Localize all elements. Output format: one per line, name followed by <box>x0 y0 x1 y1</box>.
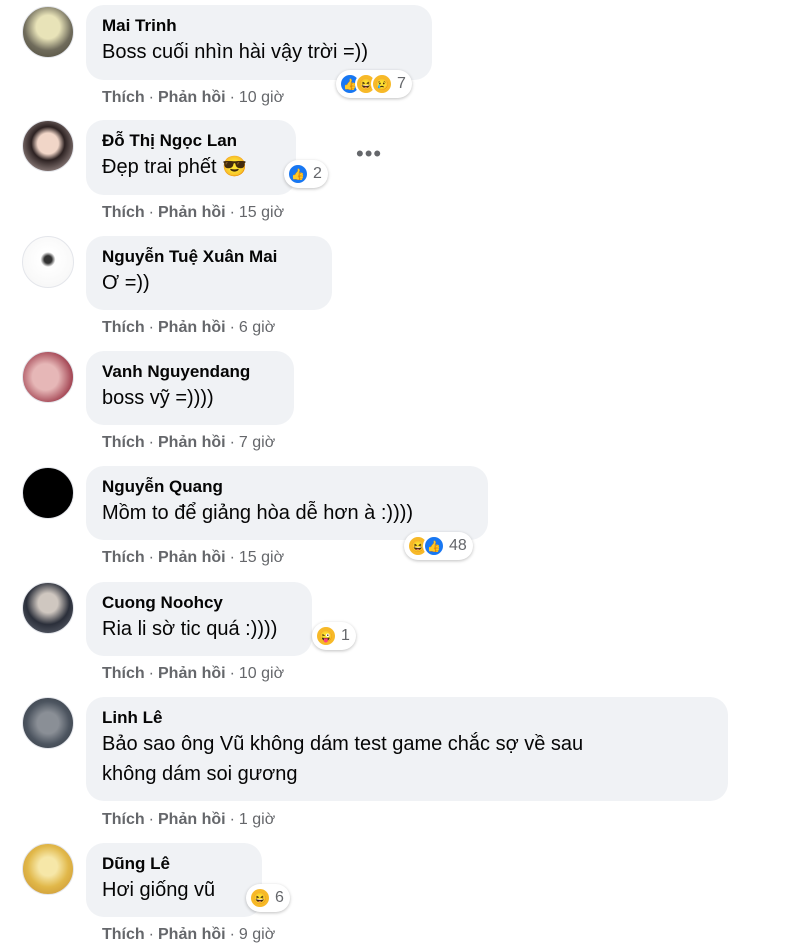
comment-actions: Thích · Phản hồi · 6 giờ <box>102 319 276 336</box>
timestamp[interactable]: 9 giờ <box>239 926 275 943</box>
avatar[interactable] <box>22 467 74 519</box>
avatar[interactable] <box>22 582 74 634</box>
commenter-name[interactable]: Linh Lê <box>102 707 712 729</box>
comment-bubble: Nguyễn Tuệ Xuân Mai Ơ =)) <box>86 236 332 310</box>
reaction-count: 6 <box>275 889 284 906</box>
comment-actions: Thích · Phản hồi · 7 giờ <box>102 434 276 451</box>
reply-link[interactable]: Phản hồi <box>158 89 226 106</box>
comment-text-line-1: Bảo sao ông Vũ không dám test game chắc … <box>102 733 584 755</box>
comment-bubble: Cuong Noohcy Ria li sờ tic quá :)))) <box>86 582 312 656</box>
commenter-name[interactable]: Nguyễn Quang <box>102 476 472 498</box>
comment-text: boss vỹ =)))) <box>102 387 214 409</box>
more-options-icon[interactable]: ••• <box>356 143 382 165</box>
timestamp[interactable]: 15 giờ <box>239 549 284 566</box>
timestamp[interactable]: 1 giờ <box>239 811 275 828</box>
comment-bubble: Đỗ Thị Ngọc Lan Đẹp trai phết 😎 <box>86 120 296 195</box>
sad-icon: 😢 <box>371 73 393 95</box>
comment-bubble: Vanh Nguyendang boss vỹ =)))) <box>86 351 294 425</box>
haha-icon: 😆 <box>249 887 271 909</box>
timestamp[interactable]: 10 giờ <box>239 89 284 106</box>
avatar[interactable] <box>22 351 74 403</box>
reaction-summary[interactable]: 😜 1 <box>312 622 356 650</box>
timestamp[interactable]: 15 giờ <box>239 204 284 221</box>
like-link[interactable]: Thích <box>102 926 145 943</box>
reaction-summary[interactable]: 😆 6 <box>246 884 290 912</box>
comment-text: Ria li sờ tic quá :)))) <box>102 618 278 640</box>
comment-actions: Thích · Phản hồi · 15 giờ <box>102 204 285 221</box>
reaction-count: 2 <box>313 165 322 182</box>
like-link[interactable]: Thích <box>102 319 145 336</box>
timestamp[interactable]: 10 giờ <box>239 665 284 682</box>
reaction-count: 1 <box>341 627 350 644</box>
like-link[interactable]: Thích <box>102 89 145 106</box>
timestamp[interactable]: 7 giờ <box>239 434 275 451</box>
comment-bubble: Mai Trinh Boss cuối nhìn hài vậy trời =)… <box>86 5 432 80</box>
comment-text: Mồm to để giảng hòa dễ hơn à :)))) <box>102 502 414 524</box>
avatar[interactable] <box>22 843 74 895</box>
reaction-summary[interactable]: 👍 😆 😢 7 <box>336 70 412 98</box>
timestamp[interactable]: 6 giờ <box>239 319 275 336</box>
comment-bubble: Dũng Lê Hơi giống vũ <box>86 843 262 917</box>
comment-text: Ơ =)) <box>102 272 150 294</box>
like-link[interactable]: Thích <box>102 665 145 682</box>
reaction-summary[interactable]: 😆 👍 48 <box>404 532 473 560</box>
reaction-count: 7 <box>397 75 406 92</box>
comment-actions: Thích · Phản hồi · 10 giờ <box>102 89 285 106</box>
reply-link[interactable]: Phản hồi <box>158 434 226 451</box>
like-link[interactable]: Thích <box>102 811 145 828</box>
reply-link[interactable]: Phản hồi <box>158 204 226 221</box>
comment-text: Boss cuối nhìn hài vậy trời =)) <box>102 41 369 63</box>
comment-actions: Thích · Phản hồi · 10 giờ <box>102 665 285 682</box>
like-link[interactable]: Thích <box>102 204 145 221</box>
commenter-name[interactable]: Vanh Nguyendang <box>102 361 278 383</box>
comment-bubble: Nguyễn Quang Mồm to để giảng hòa dễ hơn … <box>86 466 488 540</box>
reply-link[interactable]: Phản hồi <box>158 665 226 682</box>
commenter-name[interactable]: Dũng Lê <box>102 853 246 875</box>
like-link[interactable]: Thích <box>102 434 145 451</box>
comment-text-line-2: không dám soi gương <box>102 763 298 785</box>
comment-actions: Thích · Phản hồi · 15 giờ <box>102 549 285 566</box>
reaction-count: 48 <box>449 537 467 554</box>
comment-actions: Thích · Phản hồi · 9 giờ <box>102 926 276 943</box>
avatar[interactable] <box>22 697 74 749</box>
tongue-icon: 😜 <box>315 625 337 647</box>
reply-link[interactable]: Phản hồi <box>158 319 226 336</box>
like-icon: 👍 <box>423 535 445 557</box>
avatar[interactable] <box>22 120 74 172</box>
comment-text: Hơi giống vũ <box>102 879 216 901</box>
comment-text: Đẹp trai phết 😎 <box>102 156 247 178</box>
comment-bubble: Linh Lê Bảo sao ông Vũ không dám test ga… <box>86 697 728 801</box>
like-link[interactable]: Thích <box>102 549 145 566</box>
like-icon: 👍 <box>287 163 309 185</box>
avatar[interactable] <box>22 236 74 288</box>
reply-link[interactable]: Phản hồi <box>158 926 226 943</box>
reply-link[interactable]: Phản hồi <box>158 811 226 828</box>
comment-actions: Thích · Phản hồi · 1 giờ <box>102 811 276 828</box>
commenter-name[interactable]: Nguyễn Tuệ Xuân Mai <box>102 246 316 268</box>
avatar[interactable] <box>22 6 74 58</box>
commenter-name[interactable]: Mai Trinh <box>102 15 416 37</box>
commenter-name[interactable]: Đỗ Thị Ngọc Lan <box>102 130 280 152</box>
commenter-name[interactable]: Cuong Noohcy <box>102 592 296 614</box>
reply-link[interactable]: Phản hồi <box>158 549 226 566</box>
reaction-summary[interactable]: 👍 2 <box>284 160 328 188</box>
